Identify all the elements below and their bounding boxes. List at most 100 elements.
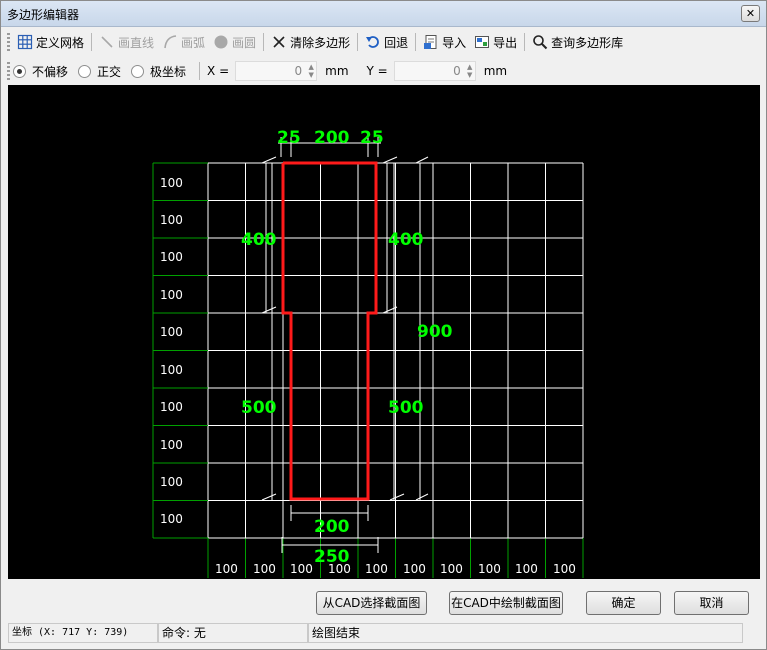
row-label: 100 [160,250,183,264]
dim-right-upper: 400 [388,230,424,250]
export-icon [475,36,490,48]
clear-icon [273,36,285,48]
dim-right-lower: 500 [388,398,424,418]
status-bar: 坐标 (X: 717 Y: 739) 命令: 无 绘图结束 [8,623,760,643]
section-polygon [281,161,378,501]
dimension-labels: 25 200 25 400 400 900 500 500 200 250 [241,128,453,567]
options-bar: 不偏移 正交 极坐标 X = 0 ▲ ▼ mm Y = 0 ▲ ▼ mm [4,59,763,83]
define-grid-label: 定义网格 [36,35,85,50]
col-label: 100 [515,562,538,576]
ok-button[interactable]: 确定 [586,591,661,615]
dim-top-right: 25 [360,128,384,148]
spin-arrows-icon[interactable]: ▲ ▼ [465,63,475,79]
draw-arc-button[interactable]: 画弧 [158,31,209,53]
radio-dot [78,64,92,78]
x-value: 0 [294,64,303,78]
col-label: 100 [215,562,238,576]
no-offset-radio[interactable]: 不偏移 [13,63,68,80]
search-icon [533,35,548,50]
polar-radio[interactable]: 极坐标 [131,63,186,80]
row-label: 100 [160,288,183,302]
clear-polygon-button[interactable]: 清除多边形 [267,31,354,53]
draw-circle-label: 画圆 [232,35,257,50]
polygon-editor-window: 多边形编辑器 ✕ 定义网格 画直线 画弧 画圆 清除多边形 回退 导入 导出 查… [0,0,767,650]
toolbar-grip [7,33,10,51]
dim-left-lower: 500 [241,398,277,418]
draw-arc-label: 画弧 [181,35,206,50]
col-label: 100 [440,562,463,576]
close-button[interactable]: ✕ [741,5,760,22]
toolbar-separator [415,33,417,51]
orthogonal-radio[interactable]: 正交 [78,63,121,80]
status-coords: 坐标 (X: 717 Y: 739) [8,623,158,643]
options-separator [199,62,201,80]
col-label: 100 [553,562,576,576]
dimension-lines [261,137,429,553]
status-command: 命令: 无 [158,623,308,643]
y-value: 0 [453,64,461,78]
y-unit: mm [483,64,508,78]
query-library-label: 查询多边形库 [551,35,624,50]
spin-arrows-icon[interactable]: ▲ ▼ [306,63,316,79]
col-label: 100 [290,562,313,576]
row-label: 100 [160,475,183,489]
row-label: 100 [160,400,183,414]
undo-label: 回退 [384,35,409,50]
row-label: 100 [160,438,183,452]
window-title: 多边形编辑器 [7,8,80,22]
import-icon [424,35,437,49]
dim-top-mid: 200 [314,128,350,148]
toolbar-separator [263,33,265,51]
grid-icon [17,34,33,50]
query-library-button[interactable]: 查询多边形库 [528,31,627,53]
x-input[interactable]: 0 ▲ ▼ [235,61,318,81]
undo-button[interactable]: 回退 [361,31,412,53]
optionbar-grip [7,62,10,80]
arc-icon [164,35,177,49]
dim-top-left: 25 [277,128,301,148]
toolbar-separator [357,33,359,51]
dim-bottom-inner: 200 [314,517,350,537]
draw-line-button[interactable]: 画直线 [95,31,158,53]
row-label: 100 [160,176,183,190]
import-button[interactable]: 导入 [419,31,470,53]
row-label: 100 [160,512,183,526]
status-state: 绘图结束 [308,623,743,643]
row-label: 100 [160,325,183,339]
dim-left-upper: 400 [241,230,277,250]
col-label: 100 [478,562,501,576]
import-label: 导入 [442,35,467,50]
toolbar: 定义网格 画直线 画弧 画圆 清除多边形 回退 导入 导出 查询多边形库 [4,30,763,54]
toolbar-separator [524,33,526,51]
radio-dot [131,64,145,78]
col-label: 100 [403,562,426,576]
cancel-button[interactable]: 取消 [674,591,749,615]
radio-dot-selected [13,64,26,78]
draw-line-label: 画直线 [118,35,155,50]
circle-icon [214,35,228,49]
polar-label: 极坐标 [150,64,187,79]
undo-icon [366,36,379,48]
title-bar: 多边形编辑器 ✕ [1,1,766,27]
select-from-cad-button[interactable]: 从CAD选择截面图 [316,591,427,615]
clear-polygon-label: 清除多边形 [290,35,351,50]
export-label: 导出 [493,35,518,50]
y-input[interactable]: 0 ▲ ▼ [393,61,476,81]
col-label: 100 [365,562,388,576]
canvas-svg: 100 100 100 100 100 100 100 100 100 100 … [152,128,584,578]
dim-right-total: 900 [417,322,453,342]
draw-circle-button[interactable]: 画圆 [209,31,260,53]
x-unit: mm [325,64,349,78]
row-label: 100 [160,213,183,227]
no-offset-label: 不偏移 [32,64,69,79]
y-label: Y = [366,64,388,78]
dim-bottom-outer: 250 [314,547,350,567]
orthogonal-label: 正交 [97,64,122,79]
x-label: X = [207,64,230,78]
drawing-canvas[interactable]: 100 100 100 100 100 100 100 100 100 100 … [8,85,760,579]
col-label: 100 [253,562,276,576]
draw-in-cad-button[interactable]: 在CAD中绘制截面图 [449,591,563,615]
define-grid-button[interactable]: 定义网格 [13,31,88,53]
line-icon [101,36,113,48]
export-button[interactable]: 导出 [470,31,521,53]
